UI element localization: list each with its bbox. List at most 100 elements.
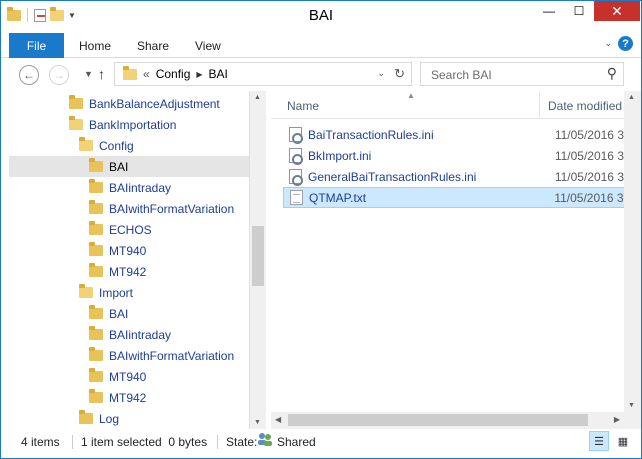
scroll-up-icon[interactable]: ▲: [254, 94, 261, 101]
address-row: ← → ▼ ↑ « Config ▶ BAI ⌄ ↻ Search BAI ⚲: [1, 58, 641, 91]
breadcrumb-prefix[interactable]: «: [143, 67, 150, 81]
open-folder-icon: [79, 137, 93, 151]
folder-icon: [89, 200, 103, 214]
ribbon-right-controls: ⌄ ?: [604, 36, 633, 51]
column-headers: ▲ Name Date modified: [271, 91, 641, 119]
folder-icon: [89, 305, 103, 319]
tree-item-config[interactable]: Config: [79, 135, 134, 156]
status-bar: 4 items 1 item selected 0 bytes State: S…: [1, 429, 641, 458]
ini-file-icon: [289, 127, 303, 144]
tree-item-import[interactable]: Import: [79, 282, 133, 303]
scroll-up-icon[interactable]: ▲: [628, 94, 635, 101]
tree-item-echos[interactable]: ECHOS: [89, 219, 152, 240]
tree-item-mt942-config[interactable]: MT942: [89, 261, 146, 282]
tree-item-mt940-import[interactable]: MT940: [89, 366, 146, 387]
minimize-button[interactable]: —: [534, 1, 564, 21]
help-icon[interactable]: ?: [618, 36, 633, 51]
file-name: GeneralBaiTransactionRules.ini: [308, 169, 477, 184]
tree-item-mt940-config[interactable]: MT940: [89, 240, 146, 261]
tree-item-mt942-import[interactable]: MT942: [89, 387, 146, 408]
explorer-window: ▼ BAI — ☐ ✕ File Home Share View ⌄ ? ← →…: [0, 0, 642, 459]
tree-item-label: MT942: [109, 264, 147, 279]
state-value: Shared: [277, 435, 316, 449]
scroll-thumb[interactable]: [252, 226, 264, 286]
folder-icon: [89, 158, 103, 172]
tree-item-label: BAI: [109, 306, 129, 321]
scroll-thumb[interactable]: [288, 414, 588, 426]
back-button[interactable]: ←: [19, 65, 39, 85]
breadcrumb: « Config ▶ BAI: [123, 65, 228, 81]
content-horizontal-scrollbar[interactable]: ◀ ▶: [271, 412, 641, 429]
folder-icon: [89, 263, 103, 277]
folder-icon: [69, 95, 83, 109]
text-file-icon: [290, 190, 303, 205]
scroll-down-icon[interactable]: ▼: [628, 402, 635, 409]
tab-file[interactable]: File: [9, 33, 64, 58]
tree-item-baiintraday-import[interactable]: BAIintraday: [89, 324, 171, 345]
tree-item-label: BankImportation: [89, 117, 177, 132]
tree-item-bankbalanceadjustment[interactable]: BankBalanceAdjustment: [69, 93, 220, 114]
selection-info: 1 item selected 0 bytes: [81, 435, 208, 449]
scroll-left-icon[interactable]: ◀: [275, 415, 281, 424]
up-arrow-icon[interactable]: ↑: [98, 66, 105, 82]
search-icon[interactable]: ⚲: [607, 65, 617, 82]
file-row[interactable]: BkImport.ini 11/05/2016 3:26 p: [283, 145, 641, 166]
tree-item-label: ECHOS: [109, 222, 152, 237]
file-name: BaiTransactionRules.ini: [308, 127, 434, 142]
ribbon-tabs: File Home Share View ⌄ ?: [1, 31, 641, 58]
maximize-button[interactable]: ☐: [564, 1, 594, 21]
close-button[interactable]: ✕: [594, 1, 640, 21]
tab-home[interactable]: Home: [79, 39, 111, 53]
column-name[interactable]: Name: [287, 99, 319, 113]
tab-view[interactable]: View: [195, 39, 221, 53]
nav-scrollbar[interactable]: ▲ ▼: [249, 91, 266, 429]
shared-users-icon: [258, 433, 272, 446]
details-view-button[interactable]: ☰: [589, 431, 609, 451]
breadcrumb-config[interactable]: Config: [156, 67, 191, 81]
tree-item-bai-import[interactable]: BAI: [89, 303, 128, 324]
folder-icon: [89, 368, 103, 382]
tree-item-baiintraday-config[interactable]: BAIintraday: [89, 177, 171, 198]
tree-item-label: Config: [99, 138, 134, 153]
sort-ascending-icon: ▲: [407, 91, 415, 100]
forward-button[interactable]: →: [49, 65, 69, 85]
large-icons-view-button[interactable]: ▦: [613, 431, 633, 451]
window-controls: — ☐ ✕: [534, 1, 640, 21]
scroll-down-icon[interactable]: ▼: [254, 419, 261, 426]
file-list-pane: ▲ Name Date modified BaiTransactionRules…: [271, 91, 641, 429]
tree-item-bankimportation[interactable]: BankImportation: [69, 114, 176, 135]
file-name: BkImport.ini: [308, 148, 372, 163]
breadcrumb-bai[interactable]: BAI: [209, 67, 228, 81]
chevron-down-icon[interactable]: ⌄: [377, 68, 385, 79]
file-row[interactable]: GeneralBaiTransactionRules.ini 11/05/201…: [283, 166, 641, 187]
item-count: 4 items: [21, 435, 60, 449]
tree-item-label: MT940: [109, 369, 147, 384]
refresh-icon[interactable]: ↻: [394, 66, 405, 82]
tree-item-baiwithformatvariation-import[interactable]: BAIwithFormatVariation: [89, 345, 234, 366]
ini-file-icon: [289, 148, 303, 165]
address-bar[interactable]: « Config ▶ BAI ⌄ ↻: [114, 62, 412, 86]
tree-item-label: Log: [99, 411, 120, 426]
tree-item-label: MT942: [109, 390, 147, 405]
tree-item-baiwithformatvariation-config[interactable]: BAIwithFormatVariation: [89, 198, 234, 219]
tree-item-log[interactable]: Log: [79, 408, 119, 429]
folder-icon: [89, 221, 103, 235]
tree-item-label: Import: [99, 285, 134, 300]
file-row[interactable]: BaiTransactionRules.ini 11/05/2016 3:26 …: [283, 124, 641, 145]
folder-icon: [89, 242, 103, 256]
chevron-right-icon[interactable]: ▶: [196, 70, 202, 79]
search-input[interactable]: Search BAI ⚲: [420, 62, 624, 86]
recent-locations-icon[interactable]: ▼: [84, 69, 93, 79]
tree-item-bai-config[interactable]: BAI: [9, 156, 249, 177]
tree-item-label: MT940: [109, 243, 147, 258]
file-row-selected[interactable]: QTMAP.txt 11/05/2016 3:28 p: [283, 187, 641, 208]
state-label: State:: [226, 435, 258, 449]
folder-icon: [123, 65, 137, 80]
scroll-right-icon[interactable]: ▶: [614, 415, 620, 424]
tree-item-label: BAI: [109, 159, 129, 174]
title-bar: ▼ BAI — ☐ ✕: [1, 1, 641, 31]
tab-share[interactable]: Share: [137, 39, 169, 53]
content-vertical-scrollbar[interactable]: ▲ ▼: [624, 91, 641, 412]
folder-icon: [79, 410, 93, 424]
expand-ribbon-icon[interactable]: ⌄: [604, 38, 612, 49]
